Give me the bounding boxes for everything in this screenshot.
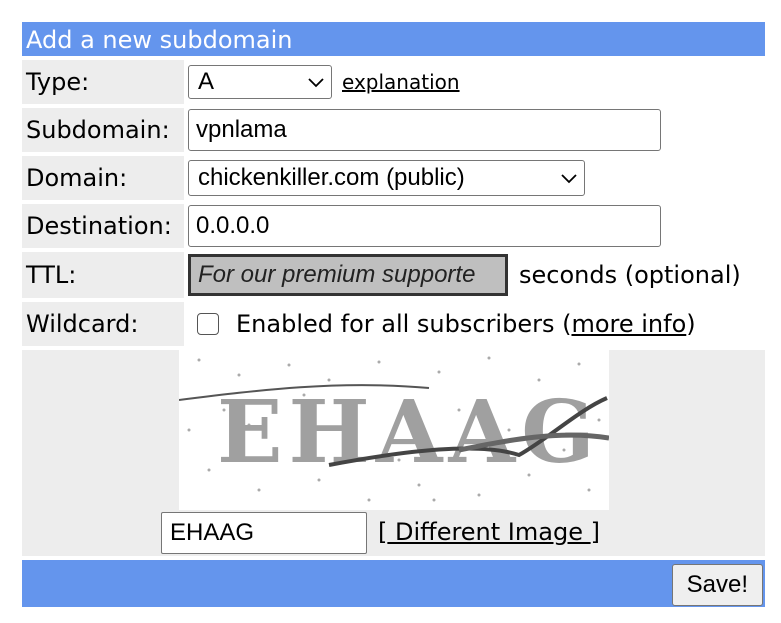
subdomain-input[interactable]: vpnlama xyxy=(188,109,661,151)
type-select-value: A xyxy=(198,68,215,95)
destination-input[interactable]: 0.0.0.0 xyxy=(188,205,661,247)
ttl-suffix: seconds (optional) xyxy=(519,261,741,289)
domain-select[interactable]: chickenkiller.com (public) xyxy=(188,160,585,196)
add-subdomain-form: Add a new subdomain Type: A explanation … xyxy=(22,22,765,607)
captcha-text: EHAAG xyxy=(217,382,601,483)
form-footer: Save! xyxy=(22,560,765,607)
wildcard-label: Wildcard: xyxy=(22,302,184,346)
more-info-link[interactable]: more info xyxy=(571,310,686,338)
wildcard-row: Wildcard: Enabled for all subscribers (m… xyxy=(22,302,765,346)
bracket-close: ] xyxy=(590,518,600,546)
chevron-down-icon xyxy=(561,174,577,184)
captcha-image: EHAAG xyxy=(179,350,609,510)
wildcard-text: Enabled for all subscribers ( xyxy=(236,310,572,338)
subdomain-row: Subdomain: vpnlama xyxy=(22,108,765,152)
save-button[interactable]: Save! xyxy=(671,564,763,606)
destination-row: Destination: 0.0.0.0 xyxy=(22,204,765,248)
domain-label: Domain: xyxy=(22,156,184,200)
type-select[interactable]: A xyxy=(188,65,332,99)
domain-select-value: chickenkiller.com (public) xyxy=(198,164,465,191)
ttl-input[interactable]: For our premium supporte xyxy=(188,254,508,296)
explanation-link[interactable]: explanation xyxy=(342,70,460,94)
captcha-input[interactable]: EHAAG xyxy=(161,512,367,554)
captcha-area: EHAAG EHAAG [ Different Image ] xyxy=(22,350,765,556)
ttl-row: TTL: For our premium supporte seconds (o… xyxy=(22,252,765,298)
form-header: Add a new subdomain xyxy=(22,22,765,56)
subdomain-label: Subdomain: xyxy=(22,108,184,152)
chevron-down-icon xyxy=(308,78,324,88)
wildcard-checkbox[interactable] xyxy=(197,313,219,335)
bracket-open: [ xyxy=(378,518,388,546)
domain-row: Domain: chickenkiller.com (public) xyxy=(22,156,765,200)
wildcard-text-end: ) xyxy=(686,310,696,338)
ttl-label: TTL: xyxy=(22,252,184,298)
destination-label: Destination: xyxy=(22,204,184,248)
type-row: Type: A explanation xyxy=(22,60,765,104)
different-image-link[interactable]: Different Image xyxy=(387,518,590,546)
type-label: Type: xyxy=(22,60,184,104)
